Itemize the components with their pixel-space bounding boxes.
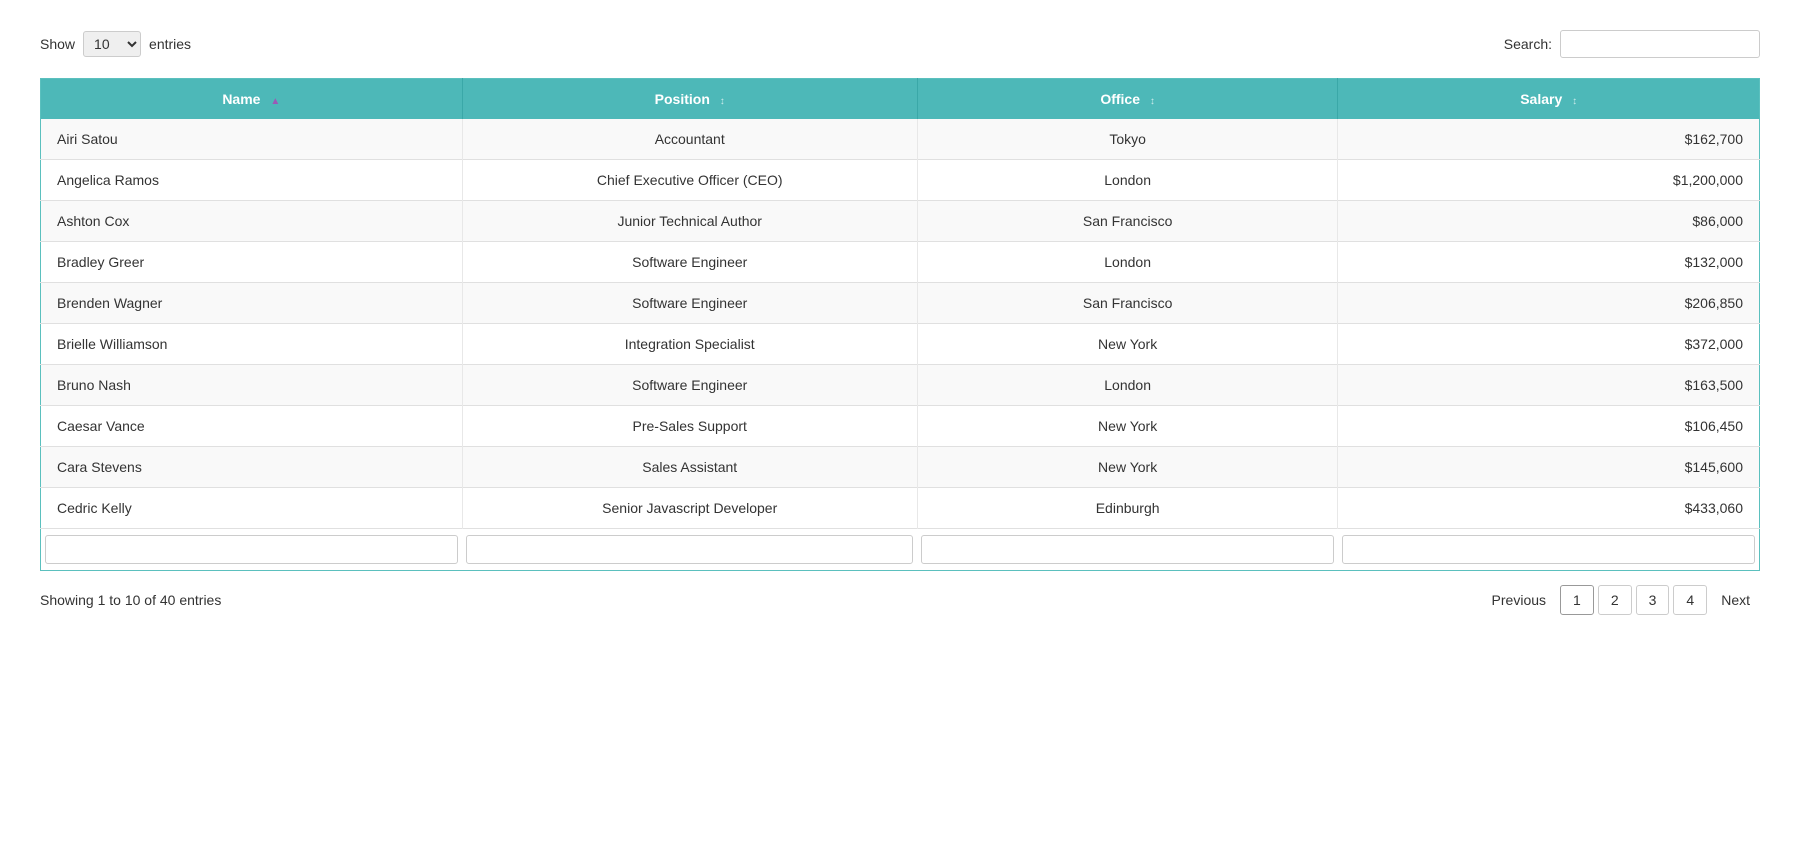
- table-row: Caesar VancePre-Sales SupportNew York$10…: [41, 406, 1760, 447]
- cell-office: London: [917, 365, 1338, 406]
- cell-position: Sales Assistant: [462, 447, 917, 488]
- cell-salary: $106,450: [1338, 406, 1760, 447]
- table-row: Brenden WagnerSoftware EngineerSan Franc…: [41, 283, 1760, 324]
- cell-name: Bradley Greer: [41, 242, 463, 283]
- cell-office: San Francisco: [917, 283, 1338, 324]
- table-row: Cedric KellySenior Javascript DeveloperE…: [41, 488, 1760, 529]
- col-name-label: Name: [222, 91, 260, 107]
- table-row: Angelica RamosChief Executive Officer (C…: [41, 160, 1760, 201]
- page-4-button[interactable]: 4: [1673, 585, 1707, 615]
- cell-office: New York: [917, 447, 1338, 488]
- col-header-position[interactable]: Position ↕: [462, 79, 917, 120]
- cell-office: London: [917, 160, 1338, 201]
- cell-salary: $132,000: [1338, 242, 1760, 283]
- bottom-controls: Showing 1 to 10 of 40 entries Previous 1…: [40, 585, 1760, 615]
- col-header-name[interactable]: Name ▲: [41, 79, 463, 120]
- cell-office: San Francisco: [917, 201, 1338, 242]
- table-row: Airi SatouAccountantTokyo$162,700: [41, 119, 1760, 160]
- pagination: Previous 1 2 3 4 Next: [1482, 585, 1760, 615]
- search-label: Search:: [1504, 36, 1552, 52]
- page-3-button[interactable]: 3: [1636, 585, 1670, 615]
- col-header-salary[interactable]: Salary ↕: [1338, 79, 1760, 120]
- entries-label: entries: [149, 36, 191, 52]
- cell-name: Brenden Wagner: [41, 283, 463, 324]
- filter-salary-input[interactable]: [1342, 535, 1755, 564]
- search-control: Search:: [1504, 30, 1760, 58]
- cell-position: Junior Technical Author: [462, 201, 917, 242]
- cell-salary: $206,850: [1338, 283, 1760, 324]
- cell-name: Angelica Ramos: [41, 160, 463, 201]
- showing-info: Showing 1 to 10 of 40 entries: [40, 592, 221, 608]
- cell-name: Brielle Williamson: [41, 324, 463, 365]
- entries-select[interactable]: 10 25 50 100: [83, 31, 141, 57]
- cell-salary: $163,500: [1338, 365, 1760, 406]
- next-button[interactable]: Next: [1711, 586, 1760, 614]
- cell-position: Integration Specialist: [462, 324, 917, 365]
- sort-icon-position: ↕: [720, 96, 725, 107]
- cell-office: New York: [917, 406, 1338, 447]
- cell-name: Caesar Vance: [41, 406, 463, 447]
- show-entries-control: Show 10 25 50 100 entries: [40, 31, 191, 57]
- show-label: Show: [40, 36, 75, 52]
- filter-position-input[interactable]: [466, 535, 913, 564]
- cell-position: Software Engineer: [462, 283, 917, 324]
- cell-office: Tokyo: [917, 119, 1338, 160]
- search-input[interactable]: [1560, 30, 1760, 58]
- page-1-button[interactable]: 1: [1560, 585, 1594, 615]
- cell-salary: $145,600: [1338, 447, 1760, 488]
- cell-position: Senior Javascript Developer: [462, 488, 917, 529]
- col-salary-label: Salary: [1520, 91, 1562, 107]
- col-office-label: Office: [1100, 91, 1140, 107]
- filter-office-cell: [917, 529, 1338, 571]
- cell-salary: $86,000: [1338, 201, 1760, 242]
- cell-position: Software Engineer: [462, 242, 917, 283]
- cell-name: Cedric Kelly: [41, 488, 463, 529]
- cell-position: Chief Executive Officer (CEO): [462, 160, 917, 201]
- sort-icon-salary: ↕: [1572, 96, 1577, 107]
- filter-position-cell: [462, 529, 917, 571]
- cell-name: Airi Satou: [41, 119, 463, 160]
- cell-name: Bruno Nash: [41, 365, 463, 406]
- filter-office-input[interactable]: [921, 535, 1334, 564]
- cell-position: Pre-Sales Support: [462, 406, 917, 447]
- page-2-button[interactable]: 2: [1598, 585, 1632, 615]
- sort-icon-office: ↕: [1150, 96, 1155, 107]
- sort-icon-name: ▲: [270, 96, 280, 107]
- cell-salary: $1,200,000: [1338, 160, 1760, 201]
- cell-office: London: [917, 242, 1338, 283]
- col-position-label: Position: [655, 91, 710, 107]
- table-header-row: Name ▲ Position ↕ Office ↕ Salary ↕: [41, 79, 1760, 120]
- cell-salary: $162,700: [1338, 119, 1760, 160]
- filter-name-cell: [41, 529, 463, 571]
- cell-salary: $433,060: [1338, 488, 1760, 529]
- filter-name-input[interactable]: [45, 535, 458, 564]
- cell-office: Edinburgh: [917, 488, 1338, 529]
- col-header-office[interactable]: Office ↕: [917, 79, 1338, 120]
- table-row: Ashton CoxJunior Technical AuthorSan Fra…: [41, 201, 1760, 242]
- cell-name: Ashton Cox: [41, 201, 463, 242]
- cell-name: Cara Stevens: [41, 447, 463, 488]
- table-body: Airi SatouAccountantTokyo$162,700Angelic…: [41, 119, 1760, 529]
- filter-salary-cell: [1338, 529, 1760, 571]
- table-row: Cara StevensSales AssistantNew York$145,…: [41, 447, 1760, 488]
- table-row: Brielle WilliamsonIntegration Specialist…: [41, 324, 1760, 365]
- table-row: Bruno NashSoftware EngineerLondon$163,50…: [41, 365, 1760, 406]
- cell-salary: $372,000: [1338, 324, 1760, 365]
- top-controls: Show 10 25 50 100 entries Search:: [40, 30, 1760, 58]
- filter-row: [41, 529, 1760, 571]
- cell-position: Software Engineer: [462, 365, 917, 406]
- previous-button[interactable]: Previous: [1482, 586, 1556, 614]
- table-row: Bradley GreerSoftware EngineerLondon$132…: [41, 242, 1760, 283]
- cell-office: New York: [917, 324, 1338, 365]
- data-table: Name ▲ Position ↕ Office ↕ Salary ↕ Airi…: [40, 78, 1760, 571]
- cell-position: Accountant: [462, 119, 917, 160]
